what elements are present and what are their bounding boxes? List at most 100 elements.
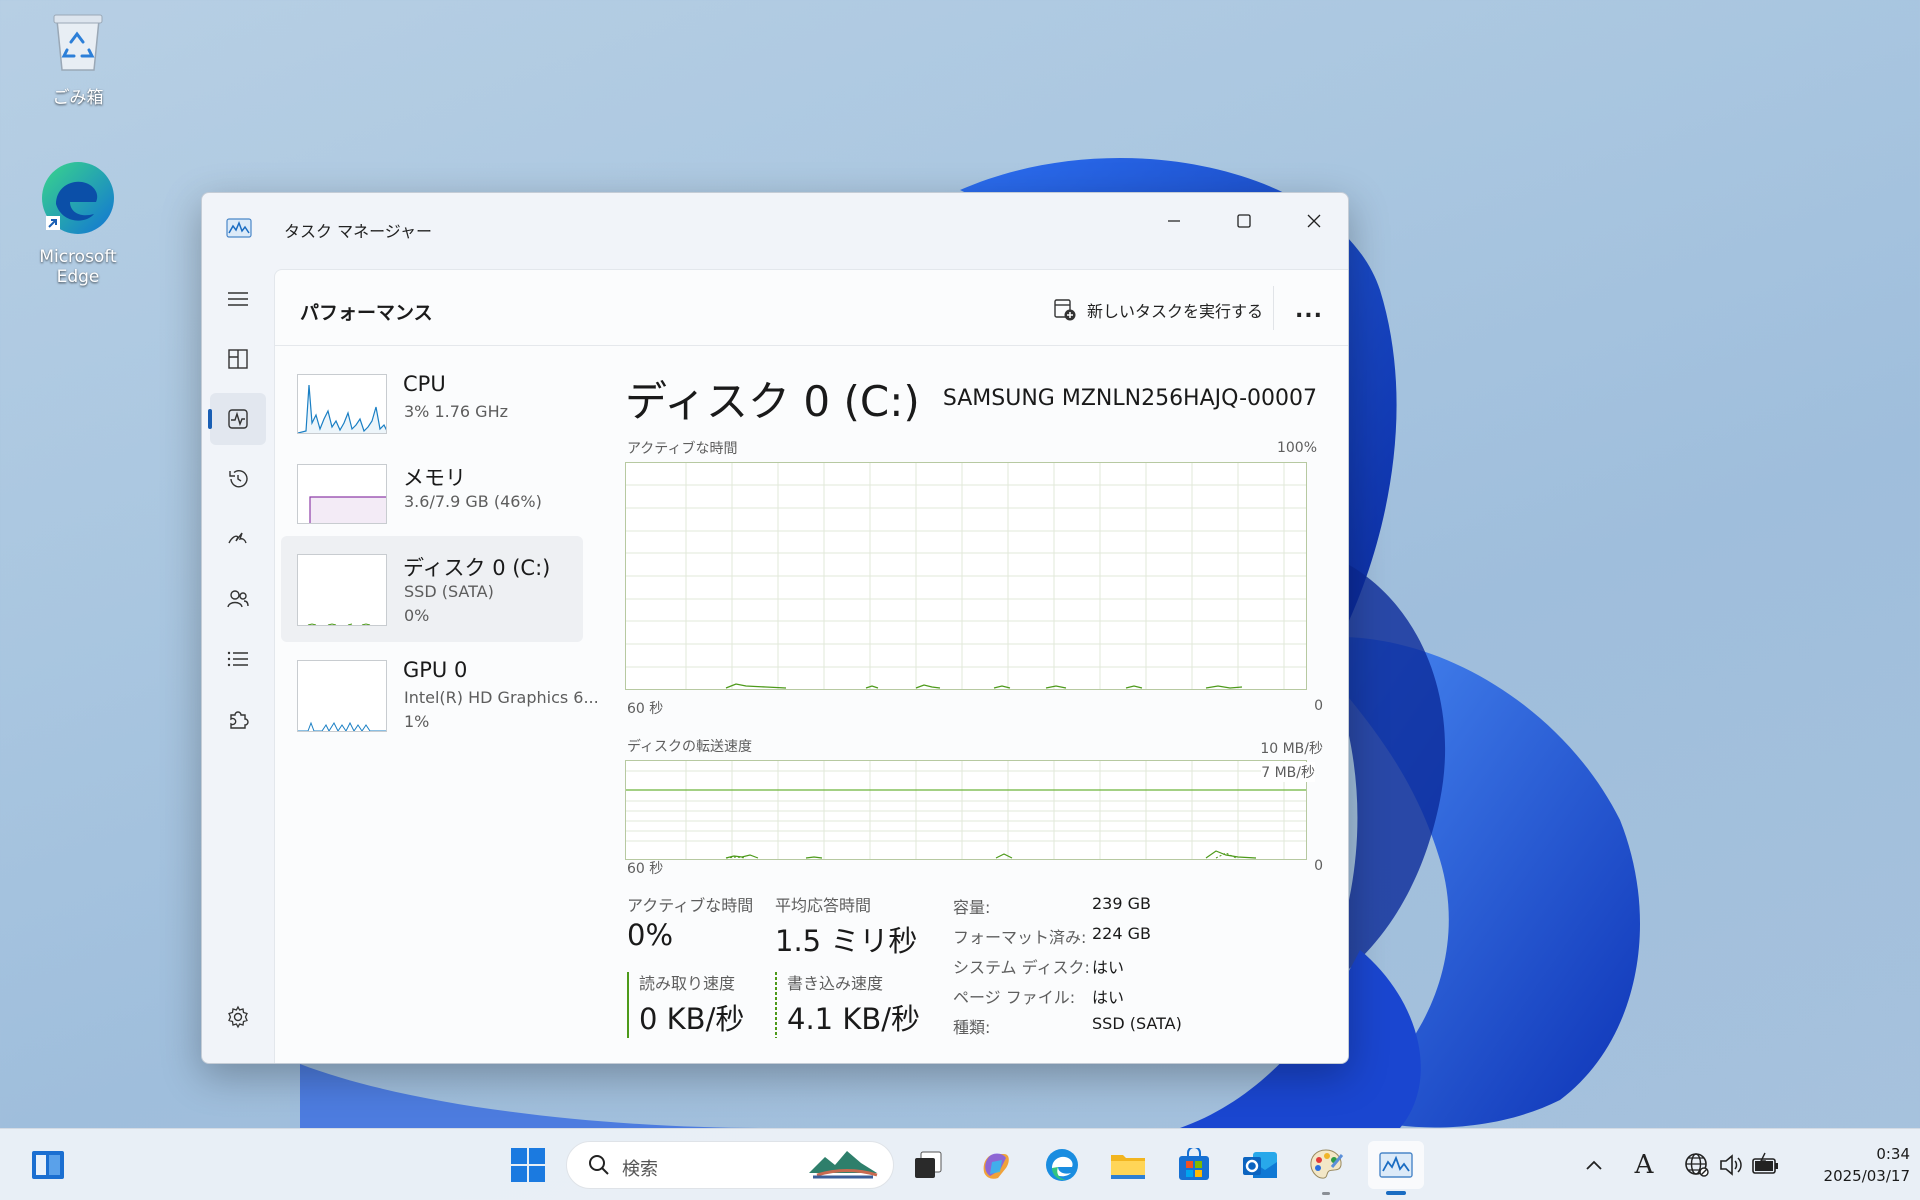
task-view-button[interactable] — [904, 1141, 952, 1189]
ime-mode-label: A — [1634, 1150, 1654, 1180]
graph2-line-label: 7 MB/秒 — [1261, 762, 1315, 782]
file-explorer-button[interactable] — [1104, 1141, 1152, 1189]
gpu0-thumbnail — [297, 660, 387, 732]
search-icon — [589, 1155, 609, 1175]
gpu0-model: Intel(R) HD Graphics 6... — [404, 688, 599, 707]
task-manager-window: タスク マネージャー パフォーマンス 新しいタスクを実行する ... CPU 3… — [201, 192, 1349, 1064]
recycle-bin-desktop-icon[interactable]: ごみ箱 — [18, 10, 138, 108]
maximize-button[interactable] — [1210, 201, 1278, 241]
type-value: SSD (SATA) — [1092, 1014, 1182, 1033]
device-item-gpu0[interactable]: GPU 0 Intel(R) HD Graphics 6... 1% — [281, 642, 599, 742]
edge-taskbar-button[interactable] — [1038, 1141, 1086, 1189]
battery-charging-icon — [1752, 1152, 1778, 1174]
read-speed-value: 0 KB/秒 — [639, 1002, 745, 1036]
nav-settings[interactable] — [210, 991, 266, 1043]
title-bar[interactable]: タスク マネージャー — [202, 193, 1348, 269]
widgets-button[interactable] — [24, 1141, 72, 1189]
store-button[interactable] — [1170, 1141, 1218, 1189]
system-disk-key: システム ディスク: — [953, 958, 1090, 977]
write-speed-value: 4.1 KB/秒 — [787, 1002, 921, 1036]
settings-gear-icon — [228, 1005, 248, 1029]
more-options-button[interactable]: ... — [1285, 292, 1333, 328]
processes-icon — [228, 349, 248, 369]
chevron-up-icon — [1586, 1160, 1602, 1170]
graph2-max: 10 MB/秒 — [1260, 741, 1323, 757]
read-speed-label: 読み取り速度 — [639, 974, 736, 993]
copilot-icon — [983, 1153, 1009, 1179]
show-hidden-icons-button[interactable] — [1570, 1141, 1618, 1189]
hamburger-menu-button[interactable] — [210, 273, 266, 325]
nav-users[interactable] — [210, 573, 266, 625]
capacity-key: 容量: — [953, 898, 991, 917]
outlook-button[interactable] — [1236, 1141, 1284, 1189]
type-key: 種類: — [953, 1018, 991, 1037]
edge-desktop-icon[interactable]: Microsoft Edge — [18, 158, 138, 287]
window-title: タスク マネージャー — [284, 222, 432, 241]
disk0-thumbnail — [297, 554, 387, 626]
write-speed-label: 書き込み速度 — [787, 974, 884, 993]
disk0-type: SSD (SATA) — [404, 582, 494, 601]
taskbar: 検索 A 0:34 2025/03/17 — [0, 1128, 1920, 1200]
taskbar-search-box[interactable]: 検索 — [566, 1141, 894, 1189]
outlook-icon — [1243, 1152, 1277, 1178]
hamburger-icon — [228, 292, 248, 306]
cpu-usage: 3% 1.76 GHz — [404, 402, 509, 421]
services-puzzle-icon — [230, 711, 249, 729]
edge-icon — [18, 158, 138, 243]
disk0-name: ディスク 0 (C:) — [403, 556, 551, 580]
copilot-button[interactable] — [972, 1141, 1020, 1189]
response-time-value: 1.5 ミリ秒 — [775, 924, 918, 958]
run-task-label: 新しいタスクを実行する — [1087, 302, 1264, 321]
start-button[interactable] — [504, 1141, 552, 1189]
run-task-icon — [1054, 299, 1076, 321]
task-manager-taskbar-button[interactable] — [1368, 1141, 1424, 1195]
users-icon — [227, 590, 249, 608]
recycle-bin-icon — [18, 10, 138, 79]
close-button[interactable] — [1280, 201, 1348, 241]
minimize-button[interactable] — [1140, 201, 1208, 241]
nav-processes[interactable] — [210, 333, 266, 385]
device-item-cpu[interactable]: CPU 3% 1.76 GHz — [281, 356, 583, 446]
search-placeholder: 検索 — [622, 1159, 658, 1180]
nav-startup-apps[interactable] — [210, 513, 266, 565]
disk-detail-panel: ディスク 0 (C:) SAMSUNG MZNLN256HAJQ-00007 ア… — [625, 346, 1325, 1063]
command-bar: パフォーマンス 新しいタスクを実行する ... — [275, 270, 1348, 346]
read-indicator-bar — [627, 972, 629, 1038]
run-new-task-button[interactable]: 新しいタスクを実行する — [1053, 294, 1263, 326]
graph2-x-right: 0 — [1314, 858, 1323, 874]
graph2-x-left: 60 秒 — [627, 861, 664, 877]
nav-performance[interactable] — [208, 393, 266, 445]
write-indicator-bar — [775, 972, 777, 1038]
paint-button[interactable] — [1302, 1141, 1350, 1195]
volume-icon — [1720, 1154, 1742, 1176]
command-separator — [1273, 286, 1274, 330]
active-indicator — [1386, 1191, 1406, 1195]
clock-time: 0:34 — [1876, 1145, 1910, 1163]
history-icon — [229, 470, 248, 488]
nav-details[interactable] — [210, 633, 266, 685]
graph1-label: アクティブな時間 — [627, 441, 738, 457]
ime-mode-button[interactable]: A — [1620, 1141, 1668, 1189]
taskbar-clock[interactable]: 0:34 2025/03/17 — [1800, 1143, 1910, 1187]
system-tray-quick-settings[interactable] — [1670, 1141, 1794, 1189]
close-icon — [1307, 214, 1321, 228]
memory-name: メモリ — [403, 466, 466, 490]
content-area: パフォーマンス 新しいタスクを実行する ... CPU 3% 1.76 GHz … — [274, 269, 1348, 1063]
page-title: パフォーマンス — [300, 302, 433, 324]
edge-label: Microsoft Edge — [39, 247, 117, 287]
response-time-label: 平均応答時間 — [775, 896, 872, 915]
active-time-value: 0% — [627, 918, 674, 952]
task-manager-app-icon — [226, 217, 252, 243]
nav-services[interactable] — [210, 693, 266, 745]
device-item-disk0[interactable]: ディスク 0 (C:) SSD (SATA) 0% — [281, 536, 583, 642]
network-globe-icon — [1685, 1153, 1709, 1177]
details-list-icon — [227, 651, 248, 667]
graph2-label: ディスクの転送速度 — [627, 739, 753, 755]
memory-thumbnail — [297, 464, 387, 524]
device-item-memory[interactable]: メモリ 3.6/7.9 GB (46%) — [281, 446, 583, 536]
gpu0-usage: 1% — [404, 712, 430, 731]
navigation-rail — [202, 269, 274, 1063]
graph1-x-right: 0 — [1314, 698, 1323, 714]
disk-title: ディスク 0 (C:) — [625, 377, 920, 426]
nav-app-history[interactable] — [210, 453, 266, 505]
